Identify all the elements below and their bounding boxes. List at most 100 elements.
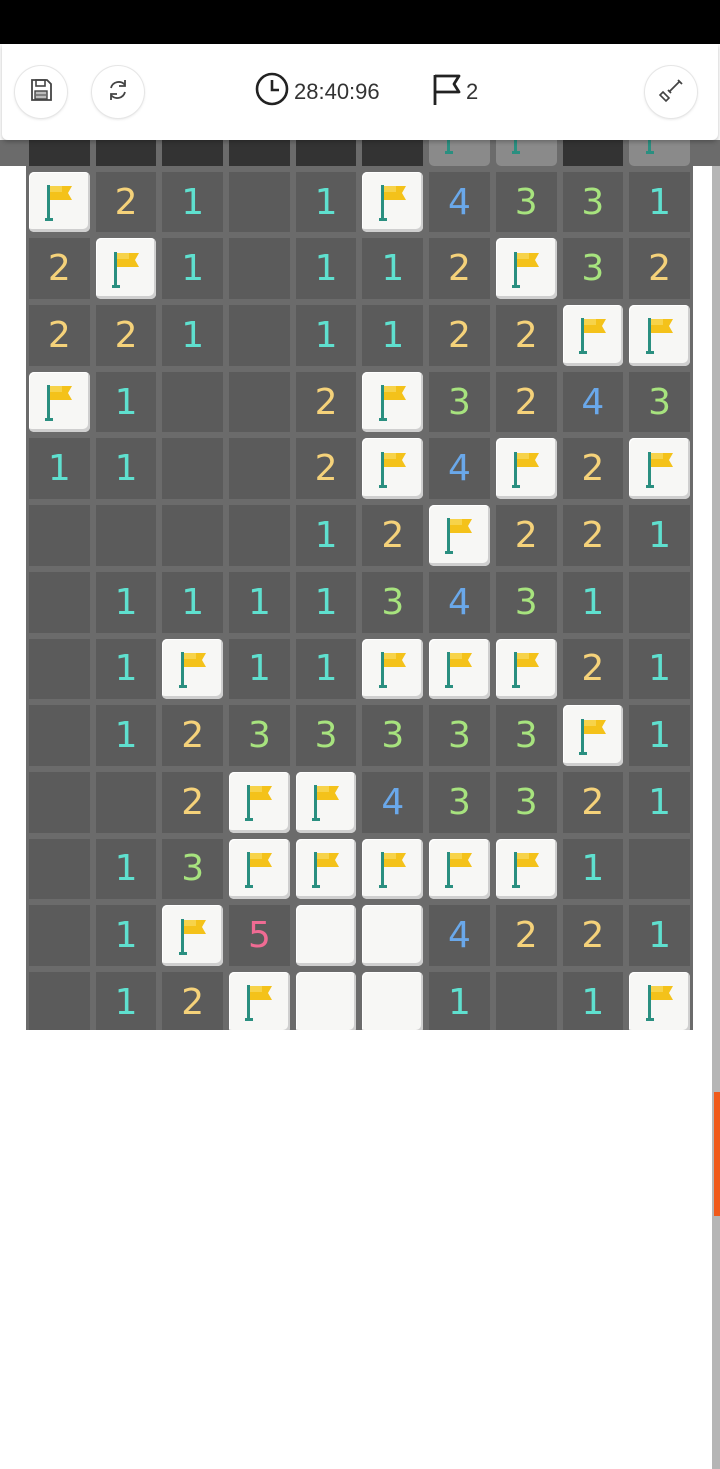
number-cell[interactable]: 2 bbox=[429, 305, 490, 366]
number-cell[interactable]: 1 bbox=[295, 171, 357, 233]
number-cell[interactable]: 3 bbox=[495, 705, 557, 766]
number-cell[interactable]: 3 bbox=[429, 771, 490, 833]
number-cell[interactable]: 2 bbox=[429, 238, 490, 300]
number-cell[interactable]: 2 bbox=[95, 305, 157, 366]
number-cell[interactable]: 4 bbox=[562, 371, 624, 433]
number-cell[interactable]: 2 bbox=[562, 638, 624, 700]
number-cell[interactable]: 1 bbox=[29, 438, 90, 500]
number-cell[interactable]: 1 bbox=[162, 305, 224, 366]
flagged-cell[interactable] bbox=[362, 438, 424, 500]
restart-button[interactable] bbox=[92, 66, 144, 118]
empty-cell[interactable] bbox=[229, 505, 290, 566]
number-cell[interactable]: 1 bbox=[362, 305, 424, 366]
number-cell[interactable]: 1 bbox=[295, 638, 357, 700]
number-cell[interactable]: 1 bbox=[629, 905, 690, 966]
number-cell[interactable]: 4 bbox=[362, 771, 424, 833]
number-cell[interactable]: 1 bbox=[95, 571, 157, 633]
number-cell[interactable]: 1 bbox=[95, 971, 157, 1030]
number-cell[interactable]: 3 bbox=[162, 838, 224, 900]
empty-cell[interactable] bbox=[629, 571, 690, 633]
flagged-cell[interactable] bbox=[362, 371, 424, 433]
flagged-cell[interactable] bbox=[629, 305, 690, 366]
empty-cell[interactable] bbox=[29, 505, 90, 566]
number-cell[interactable]: 2 bbox=[362, 505, 424, 566]
empty-cell[interactable] bbox=[95, 771, 157, 833]
number-cell[interactable]: 4 bbox=[429, 438, 490, 500]
number-cell[interactable]: 2 bbox=[495, 505, 557, 566]
empty-cell[interactable] bbox=[29, 771, 90, 833]
flagged-cell[interactable] bbox=[362, 638, 424, 700]
empty-cell[interactable] bbox=[29, 705, 90, 766]
flagged-cell[interactable] bbox=[429, 505, 490, 566]
number-cell[interactable]: 2 bbox=[562, 771, 624, 833]
empty-cell[interactable] bbox=[162, 505, 224, 566]
scrollbar-track[interactable] bbox=[712, 166, 720, 1469]
flagged-cell[interactable] bbox=[562, 305, 624, 366]
number-cell[interactable]: 2 bbox=[29, 305, 90, 366]
number-cell[interactable]: 1 bbox=[95, 705, 157, 766]
number-cell[interactable]: 3 bbox=[629, 371, 690, 433]
number-cell[interactable]: 3 bbox=[562, 238, 624, 300]
flagged-cell[interactable] bbox=[229, 771, 290, 833]
number-cell[interactable]: 1 bbox=[229, 638, 290, 700]
empty-cell[interactable] bbox=[29, 638, 90, 700]
number-cell[interactable]: 1 bbox=[95, 905, 157, 966]
flagged-cell[interactable] bbox=[495, 838, 557, 900]
number-cell[interactable]: 1 bbox=[95, 838, 157, 900]
number-cell[interactable]: 3 bbox=[495, 571, 557, 633]
flagged-cell[interactable] bbox=[629, 438, 690, 500]
flagged-cell[interactable] bbox=[229, 971, 290, 1030]
number-cell[interactable]: 2 bbox=[95, 171, 157, 233]
empty-cell[interactable] bbox=[229, 305, 290, 366]
number-cell[interactable]: 4 bbox=[429, 171, 490, 233]
number-cell[interactable]: 1 bbox=[229, 571, 290, 633]
empty-cell[interactable] bbox=[229, 171, 290, 233]
number-cell[interactable]: 2 bbox=[562, 905, 624, 966]
number-cell[interactable]: 2 bbox=[29, 140, 90, 166]
number-cell[interactable]: 1 bbox=[95, 438, 157, 500]
number-cell[interactable]: 2 bbox=[162, 971, 224, 1030]
number-cell[interactable]: 3 bbox=[429, 705, 490, 766]
number-cell[interactable]: 1 bbox=[362, 238, 424, 300]
number-cell[interactable]: 2 bbox=[629, 238, 690, 300]
flagged-cell[interactable] bbox=[562, 705, 624, 766]
number-cell[interactable]: 3 bbox=[495, 771, 557, 833]
flagged-cell[interactable] bbox=[29, 171, 90, 233]
number-cell[interactable]: 4 bbox=[429, 571, 490, 633]
empty-cell[interactable] bbox=[29, 571, 90, 633]
number-cell[interactable]: 2 bbox=[295, 371, 357, 433]
number-cell[interactable]: 5 bbox=[229, 905, 290, 966]
number-cell[interactable]: 3 bbox=[362, 705, 424, 766]
number-cell[interactable]: 1 bbox=[629, 171, 690, 233]
number-cell[interactable]: 1 bbox=[629, 505, 690, 566]
flagged-cell[interactable] bbox=[495, 140, 557, 166]
number-cell[interactable]: 3 bbox=[95, 140, 157, 166]
number-cell[interactable]: 2 bbox=[295, 438, 357, 500]
empty-cell[interactable] bbox=[162, 438, 224, 500]
flagged-cell[interactable] bbox=[229, 838, 290, 900]
number-cell[interactable]: 3 bbox=[562, 140, 624, 166]
number-cell[interactable]: 3 bbox=[295, 705, 357, 766]
number-cell[interactable]: 2 bbox=[295, 140, 357, 166]
number-cell[interactable]: 2 bbox=[562, 505, 624, 566]
number-cell[interactable]: 1 bbox=[629, 705, 690, 766]
number-cell[interactable]: 2 bbox=[162, 705, 224, 766]
flagged-cell[interactable] bbox=[429, 140, 490, 166]
flagged-cell[interactable] bbox=[29, 371, 90, 433]
number-cell[interactable]: 1 bbox=[629, 638, 690, 700]
number-cell[interactable]: 1 bbox=[562, 571, 624, 633]
number-cell[interactable]: 1 bbox=[295, 238, 357, 300]
number-cell[interactable]: 1 bbox=[562, 971, 624, 1030]
covered-cell[interactable] bbox=[362, 971, 424, 1030]
number-cell[interactable]: 4 bbox=[429, 905, 490, 966]
empty-cell[interactable] bbox=[629, 838, 690, 900]
number-cell[interactable]: 2 bbox=[229, 140, 290, 166]
number-cell[interactable]: 2 bbox=[495, 305, 557, 366]
number-cell[interactable]: 2 bbox=[29, 238, 90, 300]
number-cell[interactable]: 2 bbox=[362, 140, 424, 166]
number-cell[interactable]: 1 bbox=[295, 571, 357, 633]
flagged-cell[interactable] bbox=[495, 238, 557, 300]
number-cell[interactable]: 1 bbox=[95, 371, 157, 433]
number-cell[interactable]: 1 bbox=[295, 505, 357, 566]
flagged-cell[interactable] bbox=[95, 238, 157, 300]
